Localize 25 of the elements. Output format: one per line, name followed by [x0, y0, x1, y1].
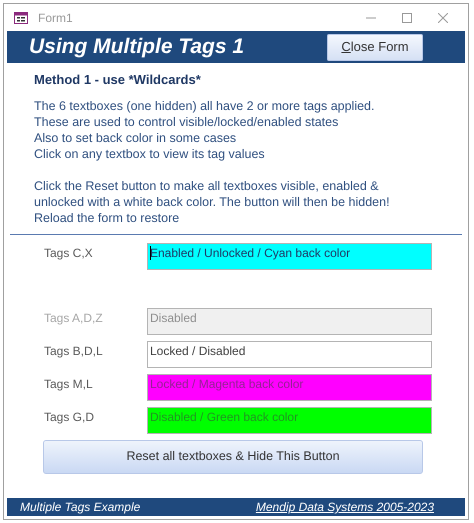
instruction-text: Also to set back color in some cases [34, 130, 238, 146]
close-form-button[interactable]: Close Form [327, 34, 423, 60]
close-icon[interactable] [438, 12, 448, 22]
instruction-text: These are used to control visible/locked/enabled states [34, 114, 340, 130]
form-heading: Using Multiple Tags 1 [29, 34, 244, 60]
field-label: Tags B,D,L [44, 342, 104, 360]
text-field[interactable]: Enabled / Unlocked / Cyan back color [147, 242, 432, 270]
field-label: Tags M,L [44, 376, 94, 392]
field-label: Tags A,D,Z [44, 310, 104, 326]
window-title: Form1 [38, 10, 73, 26]
text-cursor [150, 246, 151, 260]
footer-text: Multiple Tags Example [20, 499, 140, 516]
footer-link[interactable]: Mendip Data Systems 2005-2023 [256, 498, 434, 516]
instruction-text: Reload the form to restore [34, 210, 180, 226]
reset-button[interactable]: Reset all textboxes & Hide This Button [43, 440, 423, 474]
form-icon [14, 12, 28, 24]
instruction-text: unlocked with a white back color. The button will then be hidden! [34, 194, 391, 210]
instruction-text: Click the Reset button to make all textboxes visible, enabled & [34, 178, 380, 194]
text-field[interactable]: Locked / Disabled [147, 340, 432, 368]
field-label: Tags C,X [44, 244, 94, 262]
method-heading: Method 1 - use *Wildcards* [34, 71, 202, 89]
instruction-text: Click on any textbox to view its tag values [34, 146, 266, 162]
maximize-icon[interactable] [402, 12, 412, 22]
instruction-text: The 6 textboxes (one hidden) all have 2 or more tags applied. [34, 98, 376, 114]
field-label: Tags G,D [44, 408, 96, 426]
